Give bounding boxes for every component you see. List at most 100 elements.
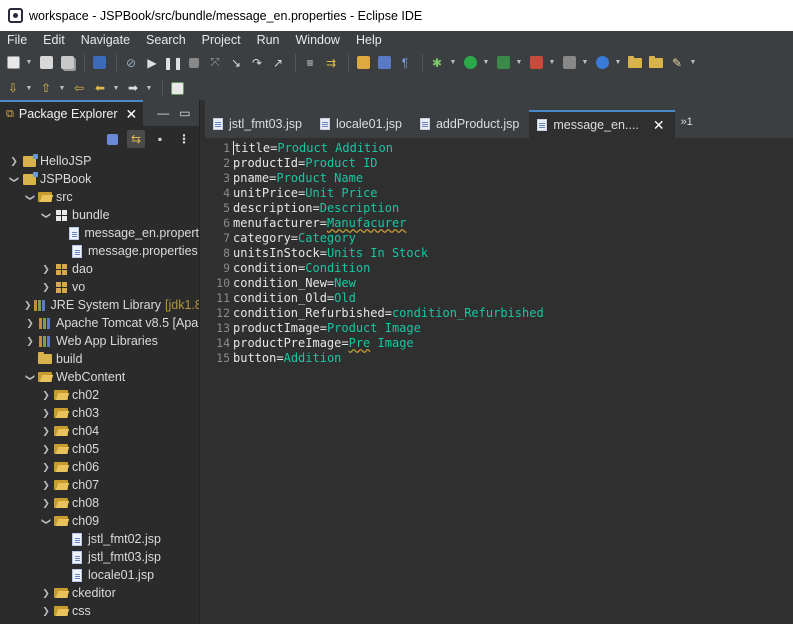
coverage-dropdown-icon[interactable]: ▼ [515, 54, 523, 72]
maximize-icon[interactable]: ▭ [179, 106, 190, 120]
chevron-right-icon[interactable]: ❯ [40, 390, 52, 401]
external-tools-dropdown-icon[interactable]: ▼ [548, 54, 556, 72]
pin-dropdown-icon[interactable]: ▼ [25, 79, 33, 97]
open-task-icon[interactable] [375, 54, 393, 72]
forward-icon[interactable]: ➡ [124, 79, 142, 97]
console-icon[interactable] [90, 54, 108, 72]
chevron-right-icon[interactable]: ❯ [40, 282, 52, 293]
chevron-right-icon[interactable]: ❯ [40, 606, 52, 617]
pin-icon[interactable]: ⇩ [4, 79, 22, 97]
tree-item[interactable]: ❯ ch07 [0, 476, 199, 494]
tab-package-explorer[interactable]: ⧉ Package Explorer ✕ [0, 100, 144, 126]
close-icon[interactable]: ✕ [126, 106, 138, 123]
chevron-down-icon[interactable]: ❯ [9, 173, 20, 185]
chevron-down-icon[interactable]: ❯ [25, 371, 36, 383]
tree-item[interactable]: ❯ ckeditor [0, 584, 199, 602]
open-folder-icon[interactable] [626, 54, 644, 72]
forward-dropdown-icon[interactable]: ▼ [145, 79, 153, 97]
show-whitespace-icon[interactable]: ¶ [396, 54, 414, 72]
step-over-icon[interactable]: ↷ [248, 54, 266, 72]
link-with-editor-icon[interactable]: ⇆ [127, 130, 145, 148]
chevron-right-icon[interactable]: ❯ [24, 336, 36, 347]
editor-tab-message-en[interactable]: message_en.... ✕ [529, 110, 675, 138]
server-dropdown-icon[interactable]: ▼ [581, 54, 589, 72]
tree-item[interactable]: ❯ ch02 [0, 386, 199, 404]
new-window-icon[interactable] [168, 79, 186, 97]
debug-dropdown-icon[interactable]: ▼ [449, 54, 457, 72]
menu-project[interactable]: Project [194, 33, 249, 47]
chevron-right-icon[interactable]: ❯ [8, 156, 20, 167]
tab-overflow-button[interactable]: »1 [675, 116, 699, 128]
back-history-icon[interactable]: ⇦ [70, 79, 88, 97]
open-resource-icon[interactable] [647, 54, 665, 72]
tree-item[interactable]: ❯ bundle [0, 206, 199, 224]
menu-help[interactable]: Help [348, 33, 390, 47]
tree-item[interactable]: ❯ Web App Libraries [0, 332, 199, 350]
tree-item[interactable]: ❯ vo [0, 278, 199, 296]
coverage-icon[interactable] [494, 54, 512, 72]
tree-item[interactable]: message.properties [0, 242, 199, 260]
tree-item[interactable]: ❯ WebContent [0, 368, 199, 386]
tree-item[interactable]: ❯ dao [0, 260, 199, 278]
tree-item[interactable]: ❯ HelloJSP [0, 152, 199, 170]
tree-item[interactable]: ❯ Apache Tomcat v8.5 [Apa [0, 314, 199, 332]
menu-window[interactable]: Window [288, 33, 348, 47]
tree-item[interactable]: ❯ src [0, 188, 199, 206]
chevron-right-icon[interactable]: ❯ [40, 462, 52, 473]
tree-item[interactable]: ❯ ch08 [0, 494, 199, 512]
run-dropdown-icon[interactable]: ▼ [482, 54, 490, 72]
chevron-right-icon[interactable]: ❯ [40, 264, 52, 275]
chevron-right-icon[interactable]: ❯ [40, 444, 52, 455]
chevron-right-icon[interactable]: ❯ [40, 588, 52, 599]
menu-search[interactable]: Search [138, 33, 194, 47]
editor-tab-addproduct[interactable]: addProduct.jsp [412, 110, 529, 137]
menu-navigate[interactable]: Navigate [73, 33, 138, 47]
properties-editor[interactable]: 1 title = Product Addition 2 productId = Produc… [205, 140, 793, 624]
skip-breakpoints-icon[interactable]: ⊘ [122, 54, 140, 72]
last-edit-dropdown-icon[interactable]: ▼ [58, 79, 66, 97]
tree-item[interactable]: ❯ JRE System Library [jdk1.8 [0, 296, 199, 314]
tree-item[interactable]: jstl_fmt03.jsp [0, 548, 199, 566]
server-icon[interactable] [560, 54, 578, 72]
chevron-right-icon[interactable]: ❯ [40, 408, 52, 419]
menu-edit[interactable]: Edit [35, 33, 73, 47]
tree-item[interactable]: ❯ ch06 [0, 458, 199, 476]
new-icon[interactable] [4, 54, 22, 72]
save-all-icon[interactable] [58, 54, 76, 72]
collapse-all-icon[interactable] [103, 130, 121, 148]
chevron-down-icon[interactable]: ❯ [41, 209, 52, 221]
edit-icon[interactable]: ✎ [668, 54, 686, 72]
save-icon[interactable] [37, 54, 55, 72]
tree-item[interactable]: ❯ css [0, 602, 199, 620]
tree-item[interactable]: ❯ ch09 [0, 512, 199, 530]
run-icon[interactable] [461, 54, 479, 72]
tree-item[interactable]: ❯ ch05 [0, 440, 199, 458]
suspend-icon[interactable]: ❚❚ [163, 54, 183, 72]
editor-tab-locale01[interactable]: locale01.jsp [312, 110, 412, 137]
chevron-right-icon[interactable]: ❯ [24, 300, 32, 311]
tree-item[interactable]: ❯ ch03 [0, 404, 199, 422]
tree-item[interactable]: jstl_fmt02.jsp [0, 530, 199, 548]
tree-item[interactable]: build [0, 350, 199, 368]
step-return-icon[interactable]: ↗ [269, 54, 287, 72]
tree-item[interactable]: ❯ JSPBook [0, 170, 199, 188]
chevron-right-icon[interactable]: ❯ [40, 426, 52, 437]
chevron-right-icon[interactable]: ❯ [24, 318, 36, 329]
back-icon[interactable]: ⬅ [91, 79, 109, 97]
new-class-icon[interactable] [593, 54, 611, 72]
menu-file[interactable]: File [0, 33, 35, 47]
new-dropdown-icon[interactable]: ▼ [25, 54, 33, 72]
external-tools-icon[interactable] [527, 54, 545, 72]
tree-item[interactable]: ❯ ch04 [0, 422, 199, 440]
edit-dropdown-icon[interactable]: ▼ [689, 54, 697, 72]
next-annotation-icon[interactable]: ⇉ [322, 54, 340, 72]
menu-run[interactable]: Run [249, 33, 288, 47]
debug-icon[interactable]: ✱ [428, 54, 446, 72]
editor-tab-jstl-fmt03[interactable]: jstl_fmt03.jsp [205, 110, 312, 137]
resume-icon[interactable]: ▶ [143, 54, 161, 72]
chevron-right-icon[interactable]: ❯ [40, 480, 52, 491]
last-edit-icon[interactable]: ⇧ [37, 79, 55, 97]
chevron-right-icon[interactable]: ❯ [40, 498, 52, 509]
open-type-icon[interactable] [354, 54, 372, 72]
tree-item[interactable]: locale01.jsp [0, 566, 199, 584]
